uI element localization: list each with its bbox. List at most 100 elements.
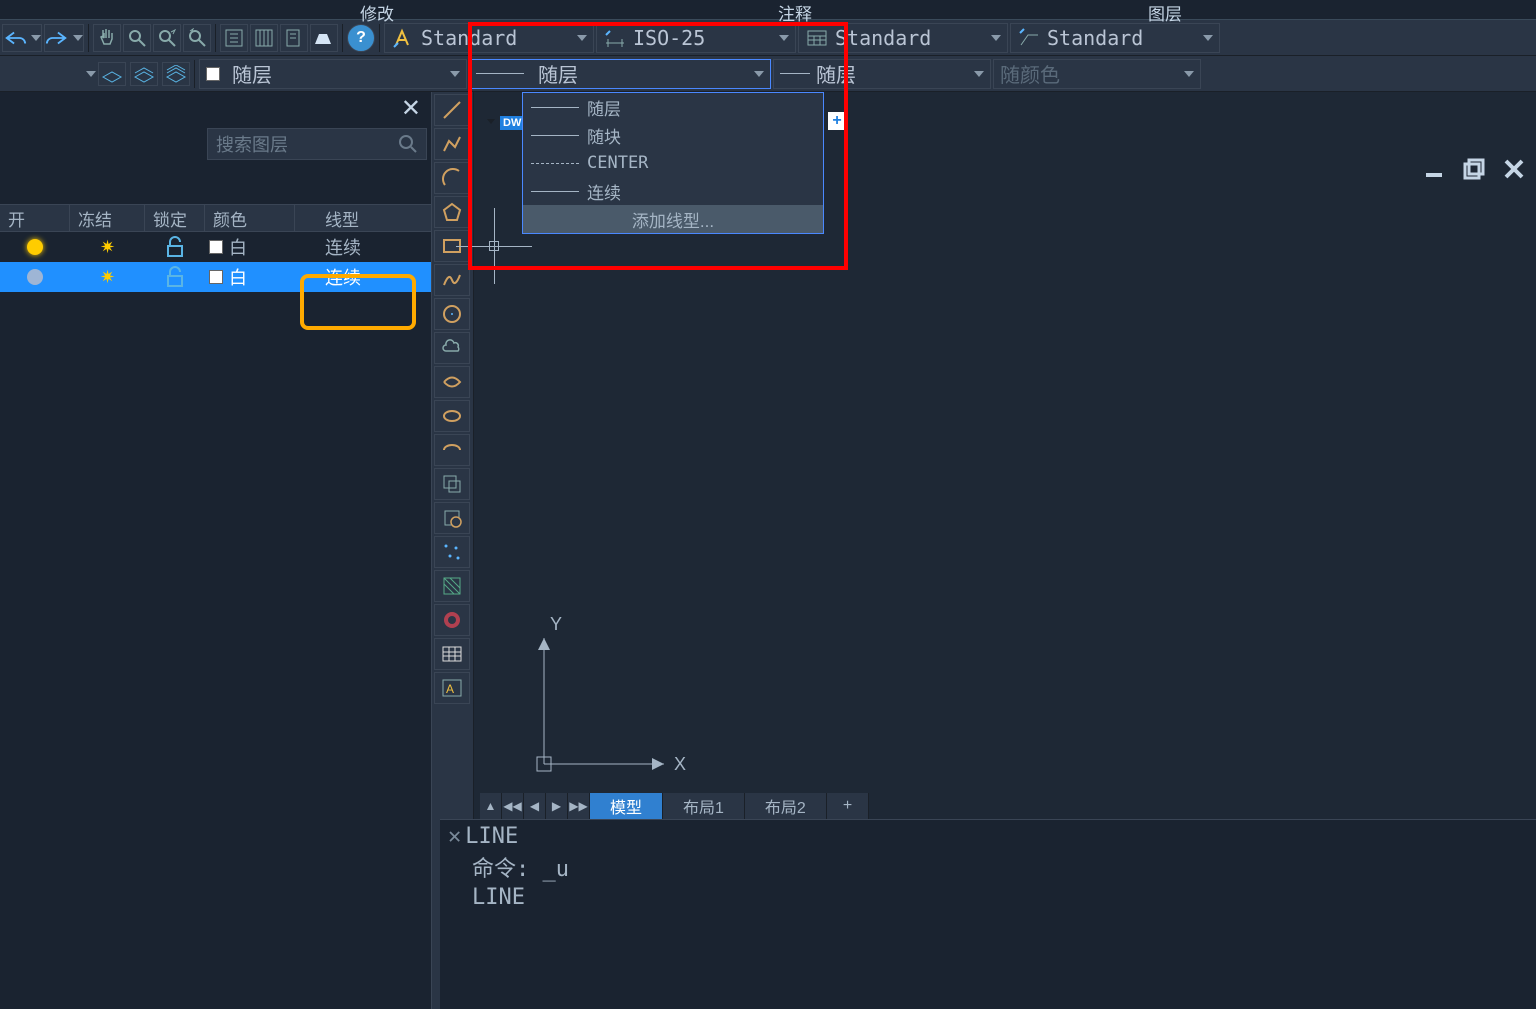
ellipse-tool[interactable] <box>434 400 470 432</box>
layout-first-button[interactable]: ◀◀ <box>502 793 524 819</box>
mleader-style-icon <box>1017 26 1041 50</box>
tool-btn-3[interactable] <box>280 24 308 52</box>
lock-open-icon[interactable] <box>165 236 185 258</box>
linetype-option-center[interactable]: CENTER <box>523 149 823 177</box>
layout-next-button[interactable]: ▶ <box>546 793 568 819</box>
cloud-tool[interactable] <box>434 332 470 364</box>
layout-tab-layout2[interactable]: 布局2 <box>745 793 827 819</box>
close-button[interactable] <box>1500 155 1528 183</box>
new-tab-button[interactable]: + <box>828 112 846 130</box>
lineweight-preview-icon <box>780 73 810 74</box>
ellipse-arc-tool[interactable] <box>434 434 470 466</box>
layer-table: 开 冻结 锁定 颜色 线型 ✷ 白 连续 <box>0 204 431 292</box>
col-header-linetype[interactable]: 线型 <box>295 205 395 231</box>
tool-btn-4[interactable] <box>310 24 338 52</box>
arc-tool[interactable] <box>434 162 470 194</box>
tab-modify[interactable]: 修改 <box>360 0 394 25</box>
doc-tab-dropdown[interactable] <box>484 112 498 133</box>
undo-button[interactable] <box>2 24 42 52</box>
layout-tab-bar: ▲ ◀◀ ◀ ▶ ▶▶ 模型 布局1 布局2 + <box>480 793 869 819</box>
layer-panel: ✕ 搜索图层 开 冻结 锁定 颜色 线型 ✷ <box>0 92 432 1009</box>
layout-prev-button[interactable]: ◀ <box>524 793 546 819</box>
insert-tool[interactable] <box>434 502 470 534</box>
block-tool[interactable] <box>434 468 470 500</box>
freeze-icon[interactable]: ✷ <box>100 267 115 288</box>
tab-annotation[interactable]: 注释 <box>778 0 812 25</box>
tool-btn-1[interactable] <box>220 24 248 52</box>
linetype-option-byblock[interactable]: 随块 <box>523 121 823 149</box>
toolbar-main: ? Standard ISO-25 Standard Standard <box>0 20 1536 56</box>
help-button[interactable]: ? <box>347 24 375 52</box>
table-tool[interactable] <box>434 638 470 670</box>
mleader-style-dropdown[interactable]: Standard <box>1010 23 1220 53</box>
layer-row[interactable]: ✷ 白 连续 <box>0 232 431 262</box>
lineweight-dropdown[interactable]: 随层 <box>773 59 991 89</box>
text-style-icon <box>391 26 415 50</box>
layout-tab-model[interactable]: 模型 <box>590 793 663 819</box>
mtext-tool[interactable]: A <box>434 672 470 704</box>
color-swatch-icon[interactable] <box>209 270 223 284</box>
freeze-icon[interactable]: ✷ <box>100 237 115 258</box>
col-header-on[interactable]: 开 <box>0 205 70 231</box>
bulb-on-icon[interactable] <box>27 239 43 255</box>
tab-layers[interactable]: 图层 <box>1148 0 1182 25</box>
dim-style-value: ISO-25 <box>633 26 705 50</box>
polygon-tool[interactable] <box>434 196 470 228</box>
minimize-button[interactable] <box>1420 155 1448 183</box>
pan-button[interactable] <box>93 24 121 52</box>
col-header-lock[interactable]: 锁定 <box>145 205 205 231</box>
polyline-tool[interactable] <box>434 128 470 160</box>
toolbar-properties: 随层 随层 随层 随颜色 <box>0 56 1536 92</box>
lock-open-icon[interactable] <box>165 266 185 288</box>
command-line-area[interactable]: ✕LINE 命令: _u LINE <box>440 819 1536 1009</box>
svg-text:Y: Y <box>550 614 562 634</box>
spline-tool[interactable] <box>434 264 470 296</box>
maximize-button[interactable] <box>1460 155 1488 183</box>
bycolor-dropdown[interactable]: 随颜色 <box>993 59 1201 89</box>
lineweight-value: 随层 <box>816 59 856 88</box>
linetype-option-continuous[interactable]: 连续 <box>523 177 823 205</box>
donut-tool[interactable] <box>434 604 470 636</box>
linetype-dropdown-menu: 随层 随块 CENTER 连续 添加线型... <box>522 92 824 234</box>
layer-tool-2[interactable] <box>130 62 158 86</box>
line-tool[interactable] <box>434 94 470 126</box>
col-header-color[interactable]: 颜色 <box>205 205 295 231</box>
color-dropdown[interactable]: 随层 <box>199 59 467 89</box>
table-style-value: Standard <box>835 26 931 50</box>
layout-last-button[interactable]: ▶▶ <box>568 793 590 819</box>
linetype-option-add[interactable]: 添加线型... <box>523 205 823 233</box>
layout-tab-add[interactable]: + <box>827 793 869 819</box>
color-value: 随层 <box>232 59 272 88</box>
circle-tool[interactable] <box>434 298 470 330</box>
mleader-style-value: Standard <box>1047 26 1143 50</box>
color-swatch-icon[interactable] <box>209 240 223 254</box>
zoom-previous-button[interactable] <box>183 24 211 52</box>
panel-close-button[interactable]: ✕ <box>401 94 421 123</box>
layer-tool-1[interactable] <box>98 62 126 86</box>
layout-tab-layout1[interactable]: 布局1 <box>663 793 745 819</box>
redo-button[interactable] <box>44 24 84 52</box>
hatch-tool[interactable] <box>434 570 470 602</box>
linetype-option-bylayer[interactable]: 随层 <box>523 93 823 121</box>
text-style-dropdown[interactable]: Standard <box>384 23 594 53</box>
col-header-freeze[interactable]: 冻结 <box>70 205 145 231</box>
layer-tool-3[interactable] <box>162 62 190 86</box>
layer-row[interactable]: ✷ 白 连续 <box>0 262 431 292</box>
zoom-realtime-button[interactable] <box>123 24 151 52</box>
layer-search-input[interactable]: 搜索图层 <box>207 128 427 160</box>
document-tab-bar: DW <box>484 112 524 133</box>
curve-tool[interactable] <box>434 366 470 398</box>
text-style-value: Standard <box>421 26 517 50</box>
linetype-dropdown-button[interactable]: 随层 <box>469 59 771 89</box>
layout-up-button[interactable]: ▲ <box>480 793 502 819</box>
dim-style-dropdown[interactable]: ISO-25 <box>596 23 796 53</box>
command-close-icon[interactable]: ✕ <box>448 824 461 849</box>
crosshair-pickbox <box>489 241 499 251</box>
tool-btn-2[interactable] <box>250 24 278 52</box>
bulb-off-icon[interactable] <box>27 269 43 285</box>
zoom-window-button[interactable] <box>153 24 181 52</box>
table-style-dropdown[interactable]: Standard <box>798 23 1008 53</box>
window-controls <box>1420 155 1528 183</box>
doc-tab-badge[interactable]: DW <box>500 116 524 130</box>
point-tool[interactable] <box>434 536 470 568</box>
